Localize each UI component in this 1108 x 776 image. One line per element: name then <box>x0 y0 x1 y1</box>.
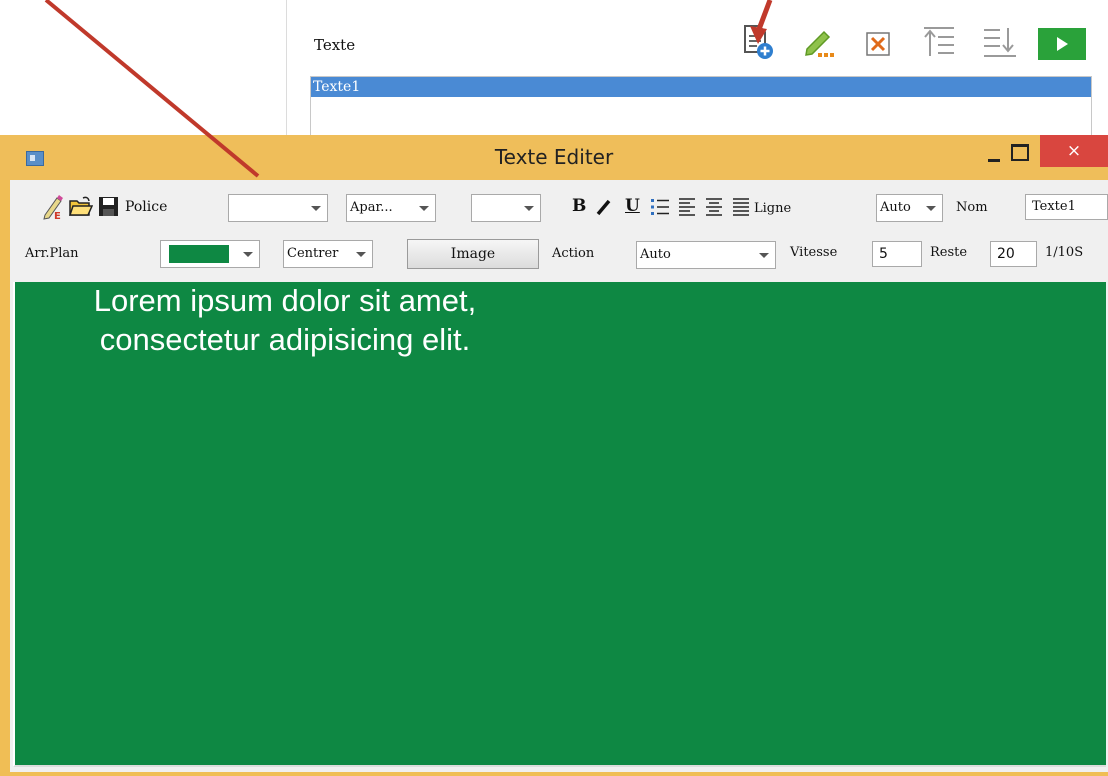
play-icon[interactable] <box>1038 26 1086 66</box>
action-label: Action <box>552 246 595 261</box>
name-field[interactable]: Texte1 <box>1025 194 1108 220</box>
align-left-icon[interactable] <box>677 197 697 221</box>
style-select-value: Apar... <box>350 200 393 215</box>
maximize-button[interactable] <box>1011 144 1029 161</box>
list-item[interactable]: Texte1 <box>311 77 1091 97</box>
add-document-icon[interactable] <box>740 22 780 62</box>
color-swatch <box>169 245 229 263</box>
italic-button[interactable] <box>595 198 613 220</box>
preview-text-line: Lorem ipsum dolor sit amet, <box>93 283 477 318</box>
chevron-down-icon <box>356 252 366 257</box>
background-color-picker[interactable] <box>160 240 260 268</box>
font-select[interactable] <box>228 194 328 222</box>
window-title: Texte Editer <box>494 145 614 169</box>
move-down-icon[interactable] <box>980 22 1020 62</box>
edit-text-icon[interactable]: E <box>42 194 64 224</box>
line-spacing-value: Auto <box>880 200 911 215</box>
style-select[interactable]: Apar... <box>346 194 436 222</box>
underline-button[interactable]: U <box>625 196 640 216</box>
text-list[interactable]: Texte1 <box>310 76 1092 137</box>
title-bar[interactable]: Texte Editer × <box>0 135 1108 180</box>
move-up-icon[interactable] <box>920 22 960 62</box>
action-select[interactable]: Auto <box>636 241 776 269</box>
align-center-icon[interactable] <box>704 197 724 221</box>
chevron-down-icon <box>759 253 769 258</box>
text-preview-canvas[interactable]: Lorem ipsum dolor sit amet, consectetur … <box>13 282 1106 767</box>
formatting-toolbar: E Police Apar... B U Ligne Auto Nom Text… <box>10 192 1108 232</box>
texts-label: Texte <box>314 36 356 54</box>
remain-label: Reste <box>930 245 968 260</box>
speed-field[interactable]: 5 <box>872 241 922 267</box>
speed-label: Vitesse <box>790 245 838 260</box>
close-button[interactable]: × <box>1040 135 1108 167</box>
svg-text:E: E <box>54 211 61 220</box>
image-button[interactable]: Image <box>407 239 539 269</box>
chevron-down-icon <box>311 206 321 211</box>
alignment-select[interactable]: Centrer <box>283 240 373 268</box>
chevron-down-icon <box>243 252 253 257</box>
name-label: Nom <box>956 200 988 215</box>
bold-button[interactable]: B <box>572 196 586 216</box>
delete-x-icon[interactable] <box>860 22 900 62</box>
align-justify-icon[interactable] <box>731 197 751 221</box>
alignment-value: Centrer <box>287 246 339 261</box>
time-unit-label: 1/10S <box>1045 245 1084 260</box>
open-folder-icon[interactable] <box>68 196 94 222</box>
edit-pencil-icon[interactable] <box>800 22 840 62</box>
text-editor-window: Texte Editer × E Police Apar... B U Lign… <box>0 135 1108 776</box>
preview-text-line: consectetur adipisicing elit. <box>99 322 471 357</box>
font-label: Police <box>125 199 168 215</box>
chevron-down-icon <box>926 206 936 211</box>
remain-field[interactable]: 20 <box>990 241 1037 267</box>
save-icon[interactable] <box>98 196 119 221</box>
playback-toolbar: Arr.Plan Centrer Image Action Auto Vites… <box>10 237 1108 277</box>
chevron-down-icon <box>419 206 429 211</box>
line-label: Ligne <box>754 201 792 216</box>
left-panel <box>0 0 287 135</box>
chevron-down-icon <box>524 206 534 211</box>
size-select[interactable] <box>471 194 541 222</box>
minimize-button[interactable] <box>985 149 1003 167</box>
action-value: Auto <box>640 247 671 262</box>
background-label: Arr.Plan <box>25 246 79 261</box>
bullet-list-icon[interactable] <box>650 197 670 221</box>
line-spacing-select[interactable]: Auto <box>876 194 943 222</box>
